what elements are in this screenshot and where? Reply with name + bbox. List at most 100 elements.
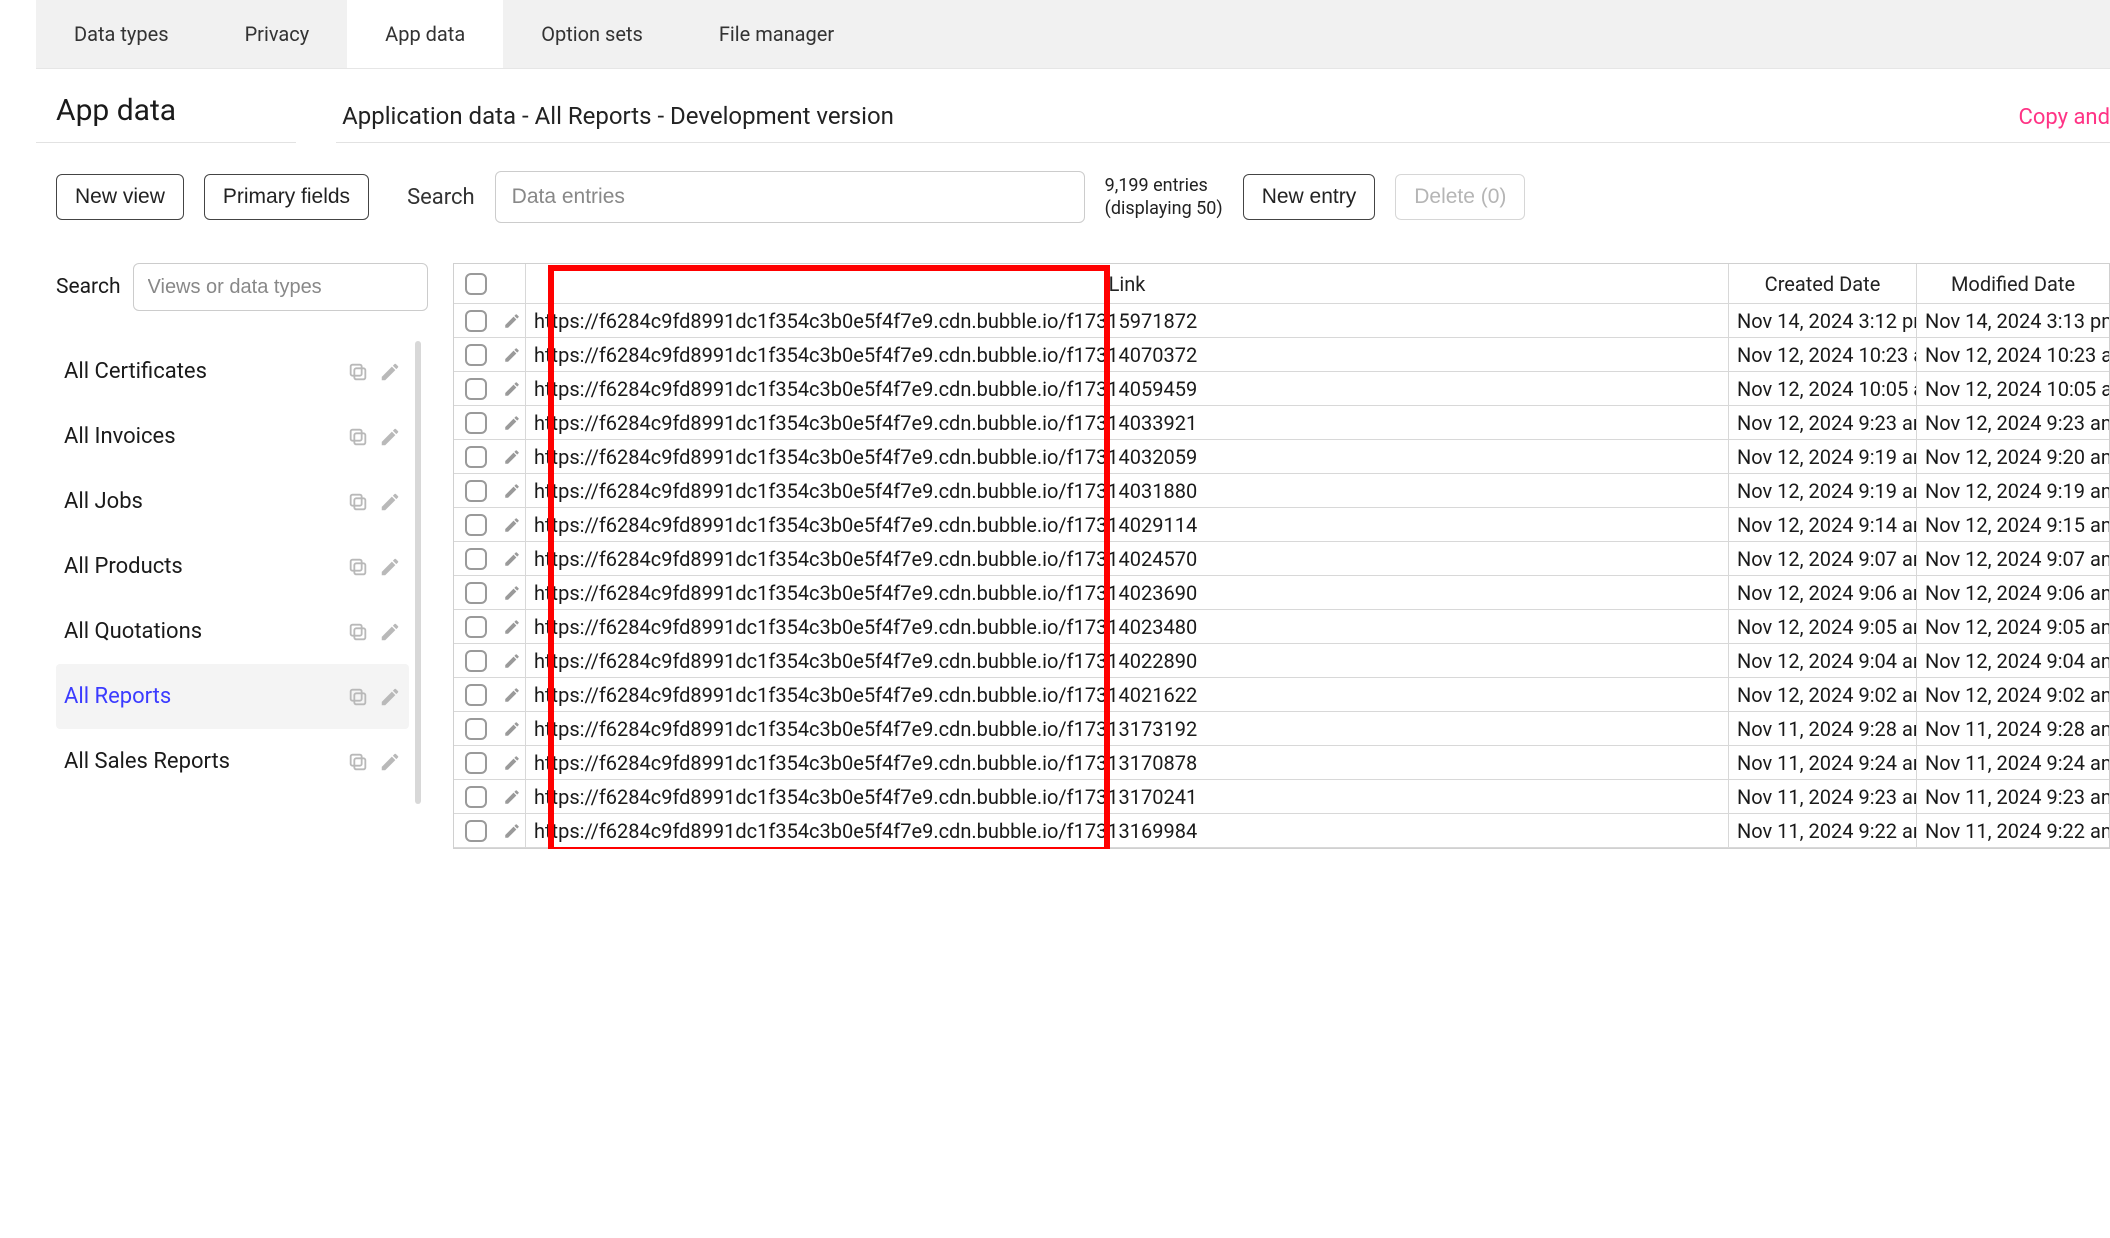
- row-checkbox[interactable]: [454, 746, 498, 779]
- cell-link[interactable]: https://f6284c9fd8991dc1f354c3b0e5f4f7e9…: [526, 814, 1729, 847]
- cell-link[interactable]: https://f6284c9fd8991dc1f354c3b0e5f4f7e9…: [526, 678, 1729, 711]
- cell-link[interactable]: https://f6284c9fd8991dc1f354c3b0e5f4f7e9…: [526, 712, 1729, 745]
- row-edit[interactable]: [498, 508, 526, 541]
- copy-icon[interactable]: [347, 556, 369, 578]
- row-edit[interactable]: [498, 440, 526, 473]
- row-checkbox[interactable]: [454, 712, 498, 745]
- cell-link[interactable]: https://f6284c9fd8991dc1f354c3b0e5f4f7e9…: [526, 304, 1729, 337]
- cell-modified: Nov 12, 2024 9:15 am: [1917, 508, 2109, 541]
- tab-app-data[interactable]: App data: [347, 0, 503, 68]
- row-checkbox[interactable]: [454, 780, 498, 813]
- sidebar-search-input[interactable]: [133, 263, 428, 311]
- copy-icon[interactable]: [347, 491, 369, 513]
- pencil-icon: [503, 380, 521, 398]
- sidebar-item-all-certificates[interactable]: All Certificates: [56, 339, 409, 404]
- cell-created: Nov 12, 2024 9:02 am: [1729, 678, 1917, 711]
- row-checkbox[interactable]: [454, 610, 498, 643]
- cell-modified: Nov 14, 2024 3:13 pm: [1917, 304, 2109, 337]
- primary-fields-button[interactable]: Primary fields: [204, 174, 369, 220]
- column-modified[interactable]: Modified Date: [1917, 264, 2109, 303]
- pencil-icon[interactable]: [379, 686, 401, 708]
- row-edit[interactable]: [498, 338, 526, 371]
- row-edit[interactable]: [498, 406, 526, 439]
- copy-and-link[interactable]: Copy and: [2019, 105, 2110, 130]
- new-entry-button[interactable]: New entry: [1243, 174, 1376, 220]
- cell-link[interactable]: https://f6284c9fd8991dc1f354c3b0e5f4f7e9…: [526, 406, 1729, 439]
- copy-icon[interactable]: [347, 686, 369, 708]
- row-checkbox[interactable]: [454, 644, 498, 677]
- row-checkbox[interactable]: [454, 508, 498, 541]
- pencil-icon[interactable]: [379, 426, 401, 448]
- row-edit[interactable]: [498, 372, 526, 405]
- sidebar-item-all-reports[interactable]: All Reports: [56, 664, 409, 729]
- row-edit[interactable]: [498, 746, 526, 779]
- table-row: https://f6284c9fd8991dc1f354c3b0e5f4f7e9…: [454, 576, 2109, 610]
- cell-link[interactable]: https://f6284c9fd8991dc1f354c3b0e5f4f7e9…: [526, 440, 1729, 473]
- pencil-icon: [503, 720, 521, 738]
- table-row: https://f6284c9fd8991dc1f354c3b0e5f4f7e9…: [454, 508, 2109, 542]
- row-edit[interactable]: [498, 576, 526, 609]
- cell-link[interactable]: https://f6284c9fd8991dc1f354c3b0e5f4f7e9…: [526, 576, 1729, 609]
- row-checkbox[interactable]: [454, 576, 498, 609]
- cell-created: Nov 12, 2024 9:04 am: [1729, 644, 1917, 677]
- search-input[interactable]: [495, 171, 1085, 223]
- tab-data-types[interactable]: Data types: [36, 0, 207, 68]
- sidebar-item-all-invoices[interactable]: All Invoices: [56, 404, 409, 469]
- tab-privacy[interactable]: Privacy: [207, 0, 348, 68]
- sidebar-item-label: All Sales Reports: [64, 749, 230, 774]
- row-edit[interactable]: [498, 678, 526, 711]
- delete-button[interactable]: Delete (0): [1395, 174, 1525, 220]
- row-edit[interactable]: [498, 780, 526, 813]
- row-checkbox[interactable]: [454, 338, 498, 371]
- sidebar-item-label: All Quotations: [64, 619, 202, 644]
- row-edit[interactable]: [498, 610, 526, 643]
- row-edit[interactable]: [498, 304, 526, 337]
- row-checkbox[interactable]: [454, 304, 498, 337]
- copy-icon[interactable]: [347, 361, 369, 383]
- pencil-icon[interactable]: [379, 491, 401, 513]
- pencil-icon[interactable]: [379, 751, 401, 773]
- row-edit[interactable]: [498, 814, 526, 847]
- pencil-icon[interactable]: [379, 621, 401, 643]
- cell-modified: Nov 11, 2024 9:28 am: [1917, 712, 2109, 745]
- cell-link[interactable]: https://f6284c9fd8991dc1f354c3b0e5f4f7e9…: [526, 508, 1729, 541]
- new-view-button[interactable]: New view: [56, 174, 184, 220]
- row-edit[interactable]: [498, 644, 526, 677]
- column-created[interactable]: Created Date: [1729, 264, 1917, 303]
- row-edit[interactable]: [498, 542, 526, 575]
- pencil-icon: [503, 788, 521, 806]
- row-checkbox[interactable]: [454, 542, 498, 575]
- pencil-icon[interactable]: [379, 361, 401, 383]
- row-edit[interactable]: [498, 474, 526, 507]
- cell-link[interactable]: https://f6284c9fd8991dc1f354c3b0e5f4f7e9…: [526, 610, 1729, 643]
- cell-created: Nov 12, 2024 10:23 am: [1729, 338, 1917, 371]
- row-edit[interactable]: [498, 712, 526, 745]
- row-checkbox[interactable]: [454, 406, 498, 439]
- row-checkbox[interactable]: [454, 372, 498, 405]
- cell-link[interactable]: https://f6284c9fd8991dc1f354c3b0e5f4f7e9…: [526, 542, 1729, 575]
- row-checkbox[interactable]: [454, 814, 498, 847]
- tab-option-sets[interactable]: Option sets: [503, 0, 681, 68]
- sidebar-item-all-sales-reports[interactable]: All Sales Reports: [56, 729, 409, 794]
- cell-link[interactable]: https://f6284c9fd8991dc1f354c3b0e5f4f7e9…: [526, 474, 1729, 507]
- pencil-icon[interactable]: [379, 556, 401, 578]
- sidebar-item-all-products[interactable]: All Products: [56, 534, 409, 599]
- cell-link[interactable]: https://f6284c9fd8991dc1f354c3b0e5f4f7e9…: [526, 372, 1729, 405]
- column-link[interactable]: Link: [526, 264, 1729, 303]
- row-checkbox[interactable]: [454, 678, 498, 711]
- copy-icon[interactable]: [347, 751, 369, 773]
- sidebar-item-all-quotations[interactable]: All Quotations: [56, 599, 409, 664]
- tab-file-manager[interactable]: File manager: [681, 0, 872, 68]
- cell-link[interactable]: https://f6284c9fd8991dc1f354c3b0e5f4f7e9…: [526, 644, 1729, 677]
- copy-icon[interactable]: [347, 426, 369, 448]
- sidebar-item-all-jobs[interactable]: All Jobs: [56, 469, 409, 534]
- cell-link[interactable]: https://f6284c9fd8991dc1f354c3b0e5f4f7e9…: [526, 746, 1729, 779]
- row-checkbox[interactable]: [454, 440, 498, 473]
- cell-link[interactable]: https://f6284c9fd8991dc1f354c3b0e5f4f7e9…: [526, 338, 1729, 371]
- cell-modified: Nov 12, 2024 10:05 am: [1917, 372, 2109, 405]
- row-checkbox[interactable]: [454, 474, 498, 507]
- sidebar-item-label: All Certificates: [64, 359, 207, 384]
- copy-icon[interactable]: [347, 621, 369, 643]
- cell-link[interactable]: https://f6284c9fd8991dc1f354c3b0e5f4f7e9…: [526, 780, 1729, 813]
- select-all-checkbox[interactable]: [454, 264, 498, 303]
